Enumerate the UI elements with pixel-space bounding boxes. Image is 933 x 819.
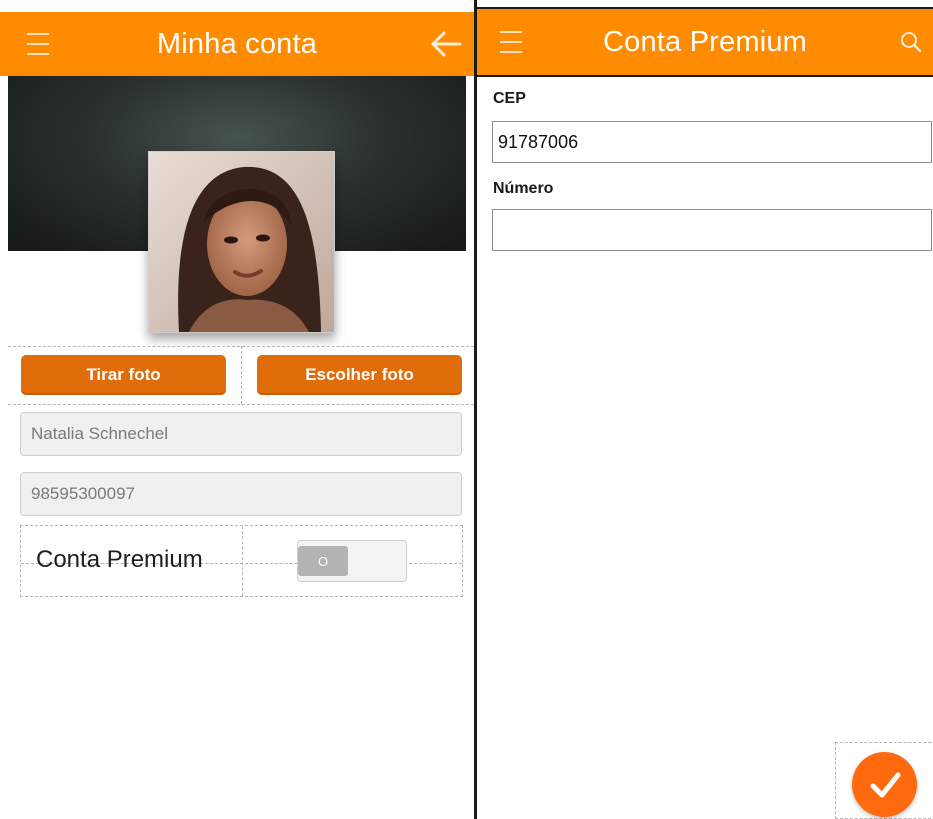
app-bar: Minha conta bbox=[0, 10, 474, 76]
checkmark-icon bbox=[870, 772, 900, 797]
back-button[interactable] bbox=[424, 12, 468, 76]
numero-field[interactable] bbox=[492, 209, 932, 251]
page-title: Minha conta bbox=[156, 27, 318, 60]
take-photo-button[interactable]: Tirar foto bbox=[21, 355, 226, 395]
search-icon bbox=[901, 32, 922, 53]
premium-label: Conta Premium bbox=[36, 546, 203, 573]
numero-label: Número bbox=[493, 180, 554, 197]
choose-photo-button[interactable]: Escolher foto bbox=[257, 355, 462, 395]
page-title: Conta Premium bbox=[602, 25, 808, 58]
avatar bbox=[149, 152, 334, 332]
app-bar: Conta Premium bbox=[477, 7, 933, 77]
hamburger-icon bbox=[500, 31, 522, 33]
menu-button[interactable] bbox=[16, 12, 60, 76]
search-button[interactable] bbox=[889, 9, 933, 75]
premium-toggle[interactable]: O bbox=[297, 540, 407, 582]
cep-label: CEP bbox=[493, 90, 526, 107]
arrow-left-icon bbox=[431, 31, 462, 57]
conta-premium-screen: Conta Premium CEP 91787006 Número bbox=[474, 0, 933, 819]
minha-conta-screen: Minha conta Tirar foto Escolher foto Nat… bbox=[0, 0, 474, 819]
phone-field[interactable]: 98595300097 bbox=[20, 472, 462, 516]
hamburger-icon bbox=[27, 33, 49, 35]
profile-photo[interactable] bbox=[148, 151, 335, 333]
cep-field[interactable]: 91787006 bbox=[492, 121, 932, 163]
toggle-knob: O bbox=[298, 546, 348, 576]
premium-row: Conta Premium O bbox=[20, 525, 463, 597]
name-field[interactable]: Natalia Schnechel bbox=[20, 412, 462, 456]
confirm-button[interactable] bbox=[852, 752, 917, 817]
menu-button[interactable] bbox=[489, 9, 533, 75]
